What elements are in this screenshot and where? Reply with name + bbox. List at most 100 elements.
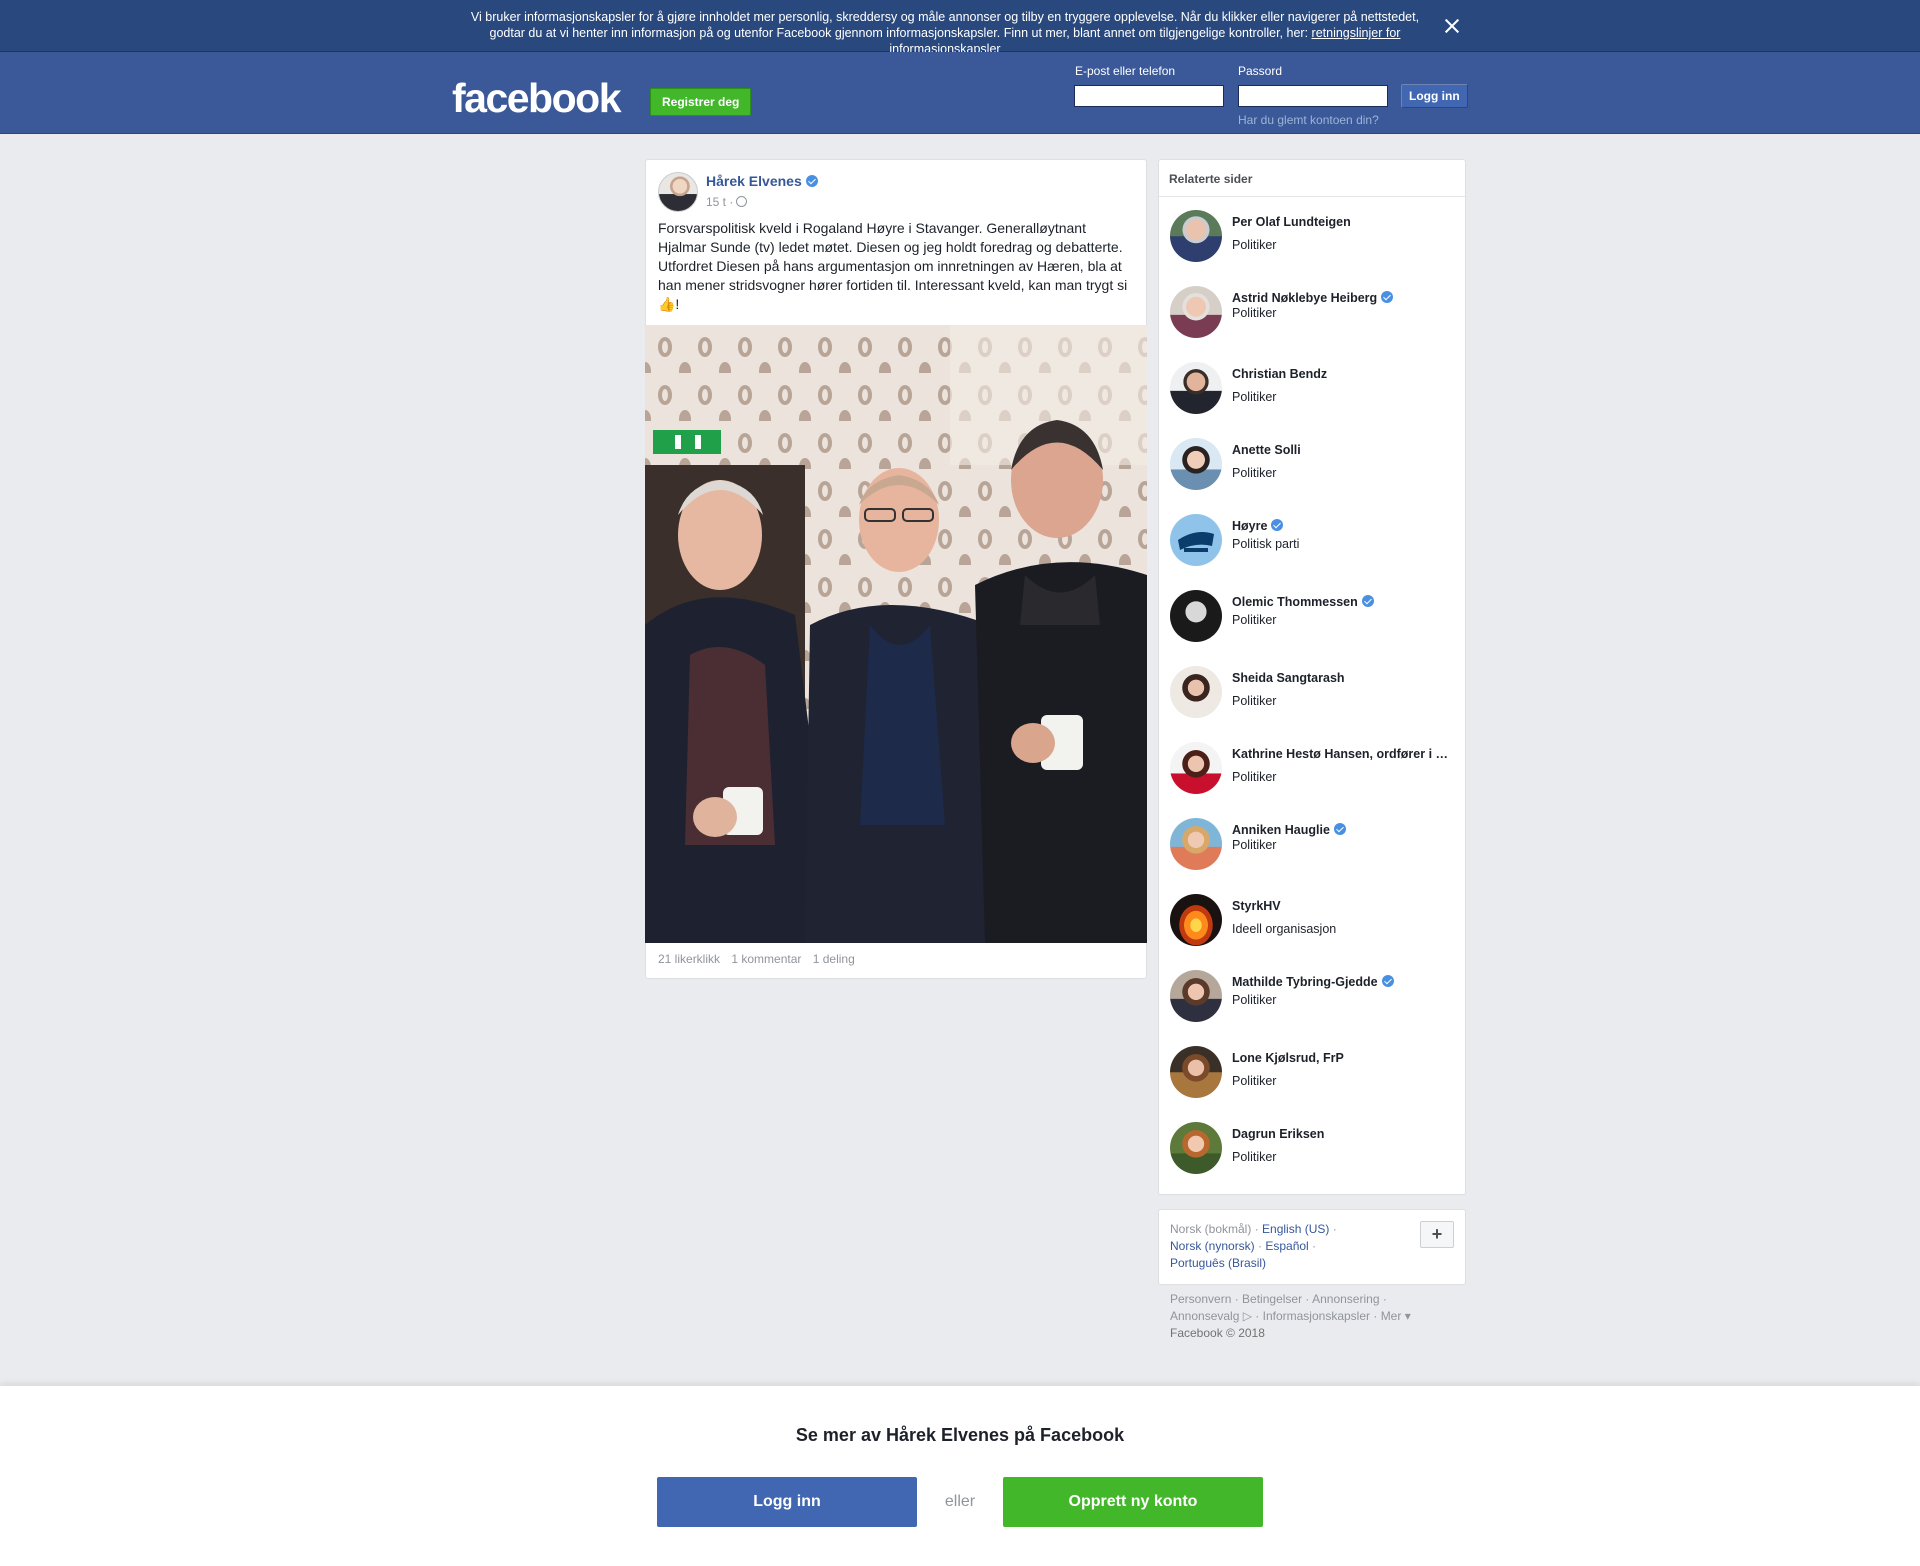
login-button[interactable]: Logg inn — [1401, 84, 1468, 108]
related-page-item[interactable]: Mathilde Tybring-Gjedde Politiker — [1170, 970, 1460, 1022]
likes-count[interactable]: 21 likerklikk — [658, 952, 720, 966]
related-page-name-text[interactable]: Høyre — [1232, 519, 1267, 533]
bottom-login-button[interactable]: Logg inn — [657, 1477, 917, 1527]
related-page-name[interactable]: Høyre — [1232, 519, 1454, 533]
related-page-category: Politiker — [1232, 390, 1277, 404]
language-english[interactable]: English (US) — [1262, 1222, 1329, 1236]
related-page-name[interactable]: Sheida Sangtarash — [1232, 671, 1454, 685]
verified-badge-icon — [1361, 595, 1374, 607]
related-avatar[interactable] — [1170, 286, 1222, 338]
language-portuguese[interactable]: Português (Brasil) — [1170, 1256, 1266, 1270]
cookie-banner-message: Vi bruker informasjonskapsler for å gjør… — [470, 10, 1420, 40]
related-page-item[interactable]: Sheida Sangtarash Politiker — [1170, 666, 1460, 718]
related-page-name-text[interactable]: Anniken Hauglie — [1232, 823, 1330, 837]
facebook-logo[interactable]: facebook — [452, 75, 622, 122]
author-avatar[interactable] — [658, 172, 698, 212]
related-page-name[interactable]: Dagrun Eriksen — [1232, 1127, 1454, 1141]
related-avatar[interactable] — [1170, 742, 1222, 794]
related-page-name[interactable]: Olemic Thommessen — [1232, 595, 1454, 609]
cookie-banner-text: Vi bruker informasjonskapsler for å gjør… — [455, 9, 1435, 57]
related-page-item[interactable]: Christian Bendz Politiker — [1170, 362, 1460, 414]
close-icon[interactable] — [1441, 15, 1463, 37]
email-label: E-post eller telefon — [1075, 64, 1176, 78]
footer-privacy-link[interactable]: Personvern — [1170, 1292, 1231, 1306]
related-page-name[interactable]: StyrkHV — [1232, 899, 1454, 913]
related-page-item[interactable]: Lone Kjølsrud, FrP Politiker — [1170, 1046, 1460, 1098]
related-page-name[interactable]: Lone Kjølsrud, FrP — [1232, 1051, 1454, 1065]
related-page-item[interactable]: Høyre Politisk parti — [1170, 514, 1460, 566]
related-avatar[interactable] — [1170, 1122, 1222, 1174]
post-stats: 21 likerklikk 1 kommentar 1 deling — [658, 952, 863, 966]
related-page-category: Politiker — [1232, 770, 1277, 784]
related-avatar[interactable] — [1170, 894, 1222, 946]
related-page-name[interactable]: Kathrine Hestø Hansen, ordfører i Elveru… — [1232, 747, 1454, 761]
related-page-category: Politiker — [1232, 993, 1277, 1007]
related-page-category: Politiker — [1232, 306, 1277, 320]
related-page-name[interactable]: Christian Bendz — [1232, 367, 1454, 381]
post-text: Forsvarspolitisk kveld i Rogaland Høyre … — [658, 220, 1128, 312]
verified-badge-icon — [1381, 975, 1394, 987]
post-author[interactable]: Hårek Elvenes — [706, 173, 818, 189]
related-pages-panel: Relaterte sider Per Olaf Lundteigen Poli… — [1158, 159, 1466, 1195]
related-page-item[interactable]: Anniken Hauglie Politiker — [1170, 818, 1460, 870]
footer-more-link[interactable]: Mer — [1381, 1309, 1402, 1323]
login-prompt-title: Se mer av Hårek Elvenes på Facebook — [795, 1425, 1125, 1445]
comments-count[interactable]: 1 kommentar — [731, 952, 801, 966]
cookie-banner: Vi bruker informasjonskapsler for å gjør… — [0, 0, 1920, 56]
related-avatar[interactable] — [1170, 210, 1222, 262]
add-language-button[interactable]: + — [1420, 1221, 1454, 1248]
related-avatar[interactable] — [1170, 970, 1222, 1022]
copyright: Facebook © 2018 — [1170, 1326, 1265, 1340]
post-timestamp[interactable]: 15 t · — [706, 195, 748, 209]
related-avatar[interactable] — [1170, 666, 1222, 718]
related-avatar[interactable] — [1170, 1046, 1222, 1098]
register-button[interactable]: Registrer deg — [650, 88, 752, 116]
create-account-button[interactable]: Opprett ny konto — [1003, 1477, 1263, 1527]
adchoices-icon: ▷ — [1239, 1309, 1252, 1323]
related-page-item[interactable]: StyrkHV Ideell organisasjon — [1170, 894, 1460, 946]
related-avatar[interactable] — [1170, 514, 1222, 566]
footer-adchoices-link[interactable]: Annonsevalg — [1170, 1309, 1239, 1323]
related-avatar[interactable] — [1170, 362, 1222, 414]
divider — [1159, 196, 1465, 197]
language-spanish[interactable]: Español — [1265, 1239, 1308, 1253]
related-page-name[interactable]: Mathilde Tybring-Gjedde — [1232, 975, 1454, 989]
related-avatar[interactable] — [1170, 438, 1222, 490]
footer-ads-link[interactable]: Annonsering — [1312, 1292, 1379, 1306]
related-page-name-text[interactable]: Olemic Thommessen — [1232, 595, 1358, 609]
related-page-item[interactable]: Kathrine Hestø Hansen, ordfører i Elveru… — [1170, 742, 1460, 794]
related-page-category: Politiker — [1232, 613, 1277, 627]
language-current: Norsk (bokmål) — [1170, 1222, 1252, 1236]
footer-terms-link[interactable]: Betingelser — [1242, 1292, 1302, 1306]
related-page-name-text[interactable]: Astrid Nøklebye Heiberg — [1232, 291, 1377, 305]
language-selector: Norsk (bokmål) · English (US) · Norsk (n… — [1158, 1209, 1466, 1285]
related-page-item[interactable]: Anette Solli Politiker — [1170, 438, 1460, 490]
email-field[interactable] — [1074, 85, 1224, 107]
forgot-account-link[interactable]: Har du glemt kontoen din? — [1238, 113, 1379, 127]
post-card: Hårek Elvenes 15 t · Forsvarspolitisk kv… — [645, 159, 1147, 979]
related-page-item[interactable]: Per Olaf Lundteigen Politiker — [1170, 210, 1460, 262]
related-page-item[interactable]: Olemic Thommessen Politiker — [1170, 590, 1460, 642]
post-photo[interactable] — [645, 325, 1147, 943]
related-page-name[interactable]: Anette Solli — [1232, 443, 1454, 457]
related-page-category: Politiker — [1232, 466, 1277, 480]
related-page-item[interactable]: Dagrun Eriksen Politiker — [1170, 1122, 1460, 1174]
related-page-name-text[interactable]: Mathilde Tybring-Gjedde — [1232, 975, 1378, 989]
related-page-name[interactable]: Per Olaf Lundteigen — [1232, 215, 1454, 229]
shares-count[interactable]: 1 deling — [813, 952, 855, 966]
post-photo-image — [645, 325, 1147, 943]
related-page-category: Politiker — [1232, 838, 1277, 852]
related-page-name[interactable]: Anniken Hauglie — [1232, 823, 1454, 837]
or-separator: eller — [944, 1493, 976, 1510]
language-nynorsk[interactable]: Norsk (nynorsk) — [1170, 1239, 1255, 1253]
password-field[interactable] — [1238, 85, 1388, 107]
verified-badge-icon — [1333, 823, 1346, 835]
related-avatar[interactable] — [1170, 590, 1222, 642]
related-avatar[interactable] — [1170, 818, 1222, 870]
related-page-item[interactable]: Astrid Nøklebye Heiberg Politiker — [1170, 286, 1460, 338]
related-page-category: Politisk parti — [1232, 537, 1300, 551]
post-author-name[interactable]: Hårek Elvenes — [706, 173, 802, 189]
footer-cookies-link[interactable]: Informasjonskapsler — [1263, 1309, 1370, 1323]
post-time-text[interactable]: 15 t · — [706, 195, 733, 209]
related-page-name[interactable]: Astrid Nøklebye Heiberg — [1232, 291, 1454, 305]
